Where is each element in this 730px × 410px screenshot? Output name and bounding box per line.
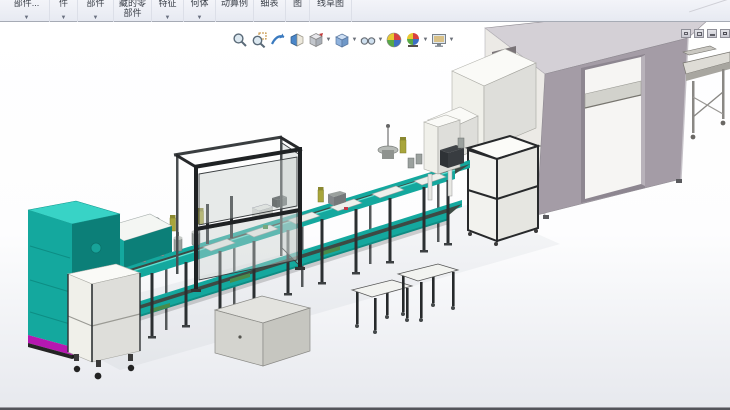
- cm-button-explode-line-sketch[interactable]: 线草图: [310, 0, 352, 22]
- chevron-down-icon[interactable]: ▼: [422, 37, 429, 43]
- chevron-down-icon: ▼: [24, 15, 30, 21]
- previous-view-button[interactable]: [268, 31, 287, 49]
- cm-button-label: 件: [59, 0, 68, 8]
- cm-button-label: 部件: [86, 0, 104, 8]
- shaded-cube-icon: [334, 32, 350, 48]
- cm-button-features[interactable]: 特征 ▼: [152, 0, 184, 22]
- chevron-down-icon: ▼: [165, 15, 171, 21]
- cm-button-label: 藏的零 部件: [119, 0, 146, 18]
- orientation-cube-icon: [308, 32, 324, 48]
- graphics-viewport[interactable]: ▼ ▼ ▼: [0, 22, 730, 407]
- cm-button-label: 特征: [158, 0, 176, 8]
- cm-button-label: 动算例: [221, 0, 248, 8]
- floor-control-box[interactable]: [215, 296, 310, 366]
- window-controls: [681, 29, 730, 38]
- cm-button-label: 何体: [190, 0, 208, 8]
- bowl-feeder-station[interactable]: [378, 124, 422, 168]
- cm-button-exploded-view[interactable]: 图: [286, 0, 310, 22]
- glasses-icon: [360, 32, 376, 48]
- cm-button-bom[interactable]: 细表: [254, 0, 286, 22]
- cm-button-label: 部件...: [14, 0, 40, 8]
- decorative-line: [689, 0, 730, 12]
- chevron-down-icon[interactable]: ▼: [448, 37, 455, 43]
- apply-scene-button[interactable]: [403, 31, 422, 49]
- minimize-icon[interactable]: [707, 29, 717, 38]
- section-view-button[interactable]: [287, 31, 306, 49]
- view-settings-button[interactable]: [429, 31, 448, 49]
- monitor-icon: [431, 32, 447, 48]
- cm-button-component[interactable]: 部件 ▼: [78, 0, 114, 22]
- heads-up-view-toolbar: ▼ ▼ ▼: [230, 31, 455, 49]
- cm-button-label: 线草图: [317, 0, 344, 8]
- view-orientation-button[interactable]: [306, 31, 325, 49]
- chevron-down-icon[interactable]: ▼: [377, 37, 384, 43]
- zoom-to-fit-button[interactable]: [230, 31, 249, 49]
- close-icon[interactable]: [720, 29, 730, 38]
- zoom-to-area-button[interactable]: [249, 31, 268, 49]
- chevron-down-icon: ▼: [61, 15, 67, 21]
- solidworks-window: 部件... ▼ 件 ▼ 部件 ▼ 藏的零 部件 特征 ▼ 何体 ▼: [0, 0, 730, 410]
- color-ball-icon: [386, 32, 402, 48]
- scene-ball-icon: [405, 32, 421, 48]
- display-style-button[interactable]: [332, 31, 351, 49]
- framed-cabinet[interactable]: [468, 136, 538, 246]
- hide-show-items-button[interactable]: [358, 31, 377, 49]
- command-manager: 部件... ▼ 件 ▼ 部件 ▼ 藏的零 部件 特征 ▼ 何体 ▼: [0, 0, 730, 22]
- chevron-down-icon: ▼: [197, 15, 203, 21]
- exit-conveyor[interactable]: [683, 46, 730, 139]
- cm-button-reference-geometry[interactable]: 何体 ▼: [184, 0, 216, 22]
- cm-button-label: 细表: [260, 0, 278, 8]
- command-manager-buttons: 部件... ▼ 件 ▼ 部件 ▼ 藏的零 部件 特征 ▼ 何体 ▼: [4, 0, 352, 22]
- chevron-down-icon: ▼: [93, 15, 99, 21]
- chevron-down-icon[interactable]: ▼: [325, 37, 332, 43]
- magnifier-area-icon: [251, 32, 267, 48]
- assembly-model[interactable]: [0, 22, 730, 407]
- cm-button-hidden-components[interactable]: 藏的零 部件: [114, 0, 152, 22]
- blue-swoosh-icon: [270, 32, 286, 48]
- cm-button-part[interactable]: 件 ▼: [50, 0, 78, 22]
- magnifier-icon: [232, 32, 248, 48]
- edit-appearance-button[interactable]: [384, 31, 403, 49]
- cm-button-components[interactable]: 部件... ▼: [4, 0, 50, 22]
- cm-button-motion-study[interactable]: 动算例: [216, 0, 254, 22]
- restore-icon[interactable]: [681, 29, 691, 38]
- chevron-down-icon[interactable]: ▼: [351, 37, 358, 43]
- cm-button-label: 图: [293, 0, 302, 8]
- maximize-icon[interactable]: [694, 29, 704, 38]
- section-cube-icon: [289, 32, 305, 48]
